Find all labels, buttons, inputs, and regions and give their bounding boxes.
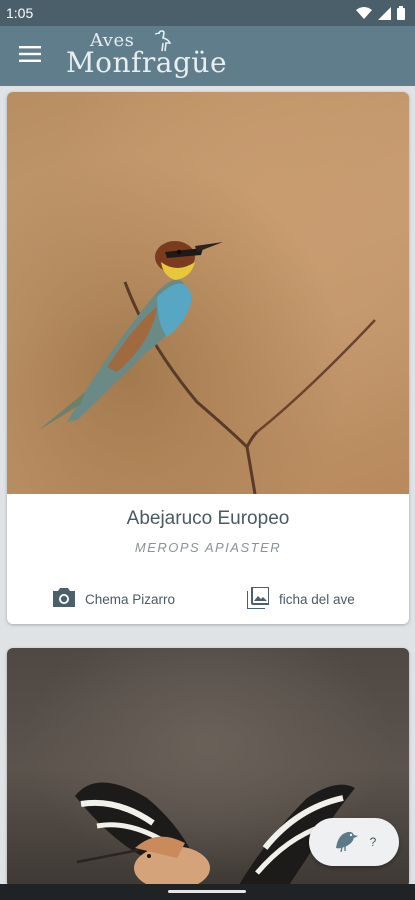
status-icons [356, 6, 405, 20]
menu-button[interactable] [4, 30, 56, 82]
wifi-icon [356, 7, 372, 19]
app-screen: 1:05 Aves Monfragüe Abejaruco Europeo ME… [0, 0, 415, 900]
bird-photo[interactable] [7, 92, 409, 494]
system-nav-bar [0, 884, 415, 900]
logo-main-text: Monfragüe [66, 46, 228, 79]
card-actions: Chema Pizarro ficha del ave [7, 574, 409, 624]
bird-common-name: Abejaruco Europeo [126, 508, 290, 529]
photo-library-icon [246, 585, 270, 612]
camera-icon [53, 588, 75, 610]
bird-details-button[interactable]: ficha del ave [246, 585, 355, 612]
bird-card[interactable]: Abejaruco Europeo Merops apiaster Chema … [7, 92, 409, 624]
bird-icon [332, 828, 358, 857]
status-bar: 1:05 [0, 0, 415, 26]
photographer-name: Chema Pizarro [85, 591, 176, 607]
bird-id-fab[interactable]: ? [309, 818, 399, 866]
status-time: 1:05 [6, 5, 34, 21]
bird-feed: Abejaruco Europeo Merops apiaster Chema … [0, 86, 415, 900]
bird-scientific-name: Merops apiaster [134, 540, 282, 555]
card-body: Abejaruco Europeo Merops apiaster [7, 508, 409, 555]
signal-icon [378, 6, 391, 20]
app-logo: Aves Monfragüe [66, 28, 236, 84]
bird-details-label: ficha del ave [279, 591, 355, 607]
battery-icon [397, 6, 405, 20]
hamburger-menu-icon [19, 45, 41, 67]
fab-label: ? [369, 835, 377, 849]
home-indicator[interactable] [168, 890, 246, 893]
photographer-button[interactable]: Chema Pizarro [53, 588, 175, 610]
app-bar: Aves Monfragüe [0, 26, 415, 86]
